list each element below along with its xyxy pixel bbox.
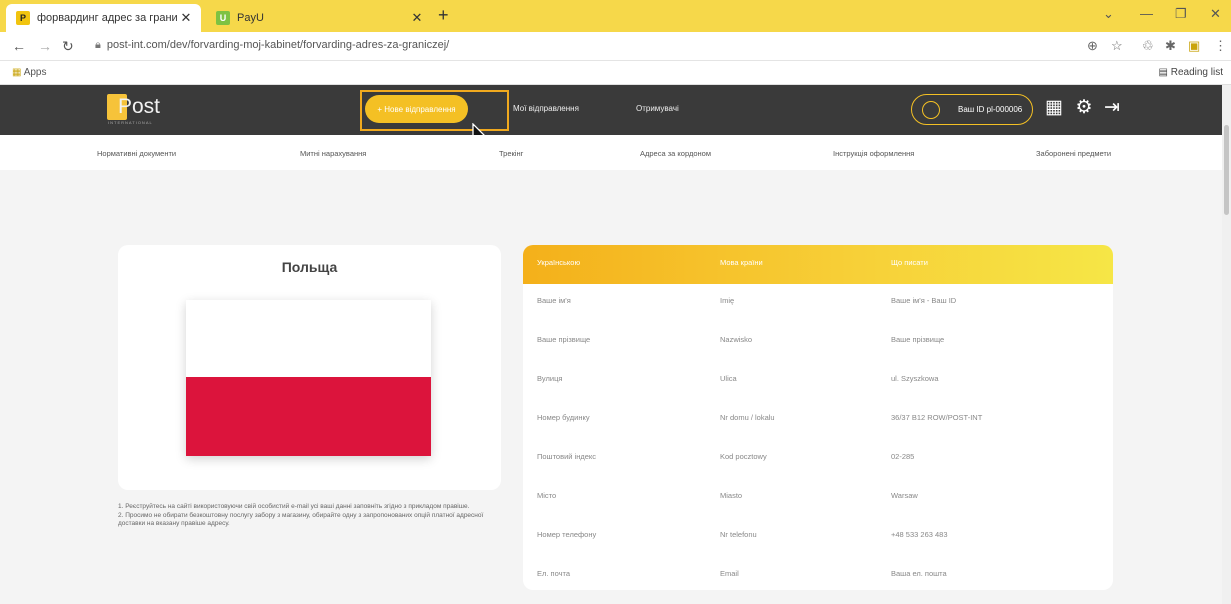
row-value: Ваша ел. пошта: [891, 569, 947, 578]
flag-white-stripe: [186, 300, 431, 377]
table-row: Ел. почта Email Ваша ел. пошта: [523, 557, 1113, 590]
table-row: Ваше ім'я Imię Ваше ім'я - Ваш ID: [523, 284, 1113, 318]
post-favicon-icon: P: [16, 11, 30, 25]
gear-icon[interactable]: ⚙: [1073, 97, 1095, 119]
window-close-icon[interactable]: ✕: [1210, 6, 1221, 22]
site-logo[interactable]: Post INTERNATIONAL: [107, 92, 187, 126]
row-value: 36/37 B12 ROW/POST-INT: [891, 413, 983, 422]
row-label-ua: Ел. почта: [537, 569, 571, 578]
account-id: Ваш ID pl-000006: [958, 105, 1023, 114]
profile-icon[interactable]: ▣: [1188, 38, 1200, 54]
row-value: Ваше ім'я - Ваш ID: [891, 296, 957, 305]
row-label-local: Nazwisko: [720, 335, 753, 344]
url-field[interactable]: 🔒︎ post-int.com/dev/forvarding-moj-kabine…: [95, 39, 449, 52]
subnav-customs-fees[interactable]: Митні нарахування: [300, 149, 366, 158]
reading-list-icon: ▤: [1158, 67, 1168, 78]
lock-icon: 🔒︎: [95, 39, 101, 51]
row-value: ul. Szyszkowa: [891, 374, 939, 383]
row-label-ua: Номер будинку: [537, 413, 590, 422]
bookmarks-bar: ▦ Apps ▤ Reading list: [0, 61, 1231, 85]
row-label-local: Imię: [720, 296, 735, 305]
sub-navigation: Нормативні документи Митні нарахування Т…: [0, 135, 1222, 170]
row-label-ua: Ваше прізвище: [537, 335, 591, 344]
recipients-link[interactable]: Отримувачі: [636, 104, 679, 113]
flag-red-stripe: [186, 377, 431, 456]
header-country-language: Мова країни: [720, 258, 763, 267]
table-row: Поштовий індекс Kod pocztowy 02-285: [523, 440, 1113, 474]
header-ukrainian: Українською: [537, 258, 581, 267]
tab-payu[interactable]: U PayU ✕: [206, 4, 432, 32]
payu-favicon-icon: U: [216, 11, 230, 25]
address-bar: ← → ↻ 🔒︎ post-int.com/dev/forvarding-moj-…: [0, 32, 1231, 61]
subnav-regulatory-docs[interactable]: Нормативні документи: [97, 149, 176, 158]
logout-icon[interactable]: ⇥: [1101, 97, 1123, 119]
browser-tab-bar: P форвардинг адрес за границей ✕ U PayU …: [0, 0, 1231, 32]
logo-word: Post: [118, 95, 161, 118]
country-name: Польща: [281, 259, 338, 275]
address-table-header: Українською Мова країни Що писати: [523, 245, 1113, 284]
reload-icon[interactable]: ↻: [62, 38, 74, 55]
scrollbar-thumb[interactable]: [1224, 125, 1229, 215]
table-row: Ваше прізвище Nazwisko Ваше прізвище: [523, 323, 1113, 357]
puzzle-icon[interactable]: ✱: [1165, 38, 1176, 54]
minimize-icon[interactable]: —: [1140, 6, 1153, 21]
logo-tagline: INTERNATIONAL: [108, 120, 153, 125]
extension-icon[interactable]: ♲: [1142, 38, 1154, 54]
table-row: Вулиця Ulica ul. Szyszkowa: [523, 362, 1113, 396]
menu-icon[interactable]: ⋮: [1214, 38, 1227, 54]
calculator-icon[interactable]: ▦: [1043, 97, 1065, 119]
my-shipments-link[interactable]: Мої відправлення: [513, 104, 579, 113]
row-label-local: Ulica: [720, 374, 737, 383]
back-icon[interactable]: ←: [12, 38, 26, 54]
note-item: 2. Просимо не обирати безкоштовну послуг…: [118, 512, 484, 527]
row-label-local: Nr telefonu: [720, 530, 757, 539]
row-label-ua: Ваше ім'я: [537, 296, 571, 305]
row-label-local: Nr domu / lokalu: [720, 413, 775, 422]
forward-icon[interactable]: →: [38, 38, 52, 54]
close-icon[interactable]: ✕: [177, 10, 195, 26]
table-row: Місто Miasto Warsaw: [523, 479, 1113, 513]
tab-title: PayU: [237, 12, 264, 24]
apps-grid-icon: ▦: [12, 67, 22, 78]
row-label-ua: Місто: [537, 491, 557, 500]
row-value: Ваше прізвище: [891, 335, 945, 344]
country-card: Польща: [118, 245, 501, 490]
subnav-instruction[interactable]: Інструкція оформлення: [833, 149, 914, 158]
header-what-to-write: Що писати: [891, 258, 928, 267]
reading-list-button[interactable]: ▤ Reading list: [1159, 67, 1224, 78]
row-label-local: Kod pocztowy: [720, 452, 767, 461]
row-value: +48 533 263 483: [891, 530, 948, 539]
star-icon[interactable]: ☆: [1111, 38, 1123, 54]
zoom-icon[interactable]: ⊕: [1087, 38, 1098, 54]
table-row: Номер будинку Nr domu / lokalu 36/37 B12…: [523, 401, 1113, 435]
row-value: Warsaw: [891, 491, 918, 500]
site-header: Post INTERNATIONAL + Нове відправлення М…: [0, 85, 1222, 135]
table-row: Номер телефону Nr telefonu +48 533 263 4…: [523, 518, 1113, 552]
user-icon: [922, 100, 940, 119]
row-label-local: Email: [720, 569, 739, 578]
chevron-down-icon[interactable]: ⌄: [1103, 6, 1114, 22]
new-tab-icon[interactable]: +: [438, 5, 449, 26]
address-table: Українською Мова країни Що писати Ваше і…: [523, 245, 1113, 590]
row-label-ua: Вулиця: [537, 374, 563, 383]
row-label-local: Miasto: [720, 491, 743, 500]
page-scrollbar[interactable]: [1222, 85, 1231, 604]
maximize-icon[interactable]: ❐: [1175, 6, 1187, 22]
row-label-ua: Поштовий індекс: [537, 452, 597, 461]
instructions-notes: 1. Реєструйтесь на сайті використовуючи …: [118, 503, 501, 529]
tab-title: форвардинг адрес за границей: [37, 12, 177, 24]
account-button[interactable]: Ваш ID pl-000006: [911, 94, 1033, 125]
close-icon[interactable]: ✕: [408, 10, 426, 26]
note-item: 1. Реєструйтесь на сайті використовуючи …: [118, 503, 470, 510]
subnav-prohibited-items[interactable]: Заборонені предмети: [1036, 149, 1111, 158]
subnav-tracking[interactable]: Трекінг: [499, 149, 523, 158]
row-value: 02-285: [891, 452, 915, 461]
tab-forwarding[interactable]: P форвардинг адрес за границей ✕: [6, 4, 201, 32]
poland-flag-icon: [186, 300, 431, 456]
row-label-ua: Номер телефону: [537, 530, 597, 539]
subnav-address-abroad[interactable]: Адреса за кордоном: [640, 149, 711, 158]
apps-bookmark[interactable]: ▦ Apps: [12, 67, 46, 78]
